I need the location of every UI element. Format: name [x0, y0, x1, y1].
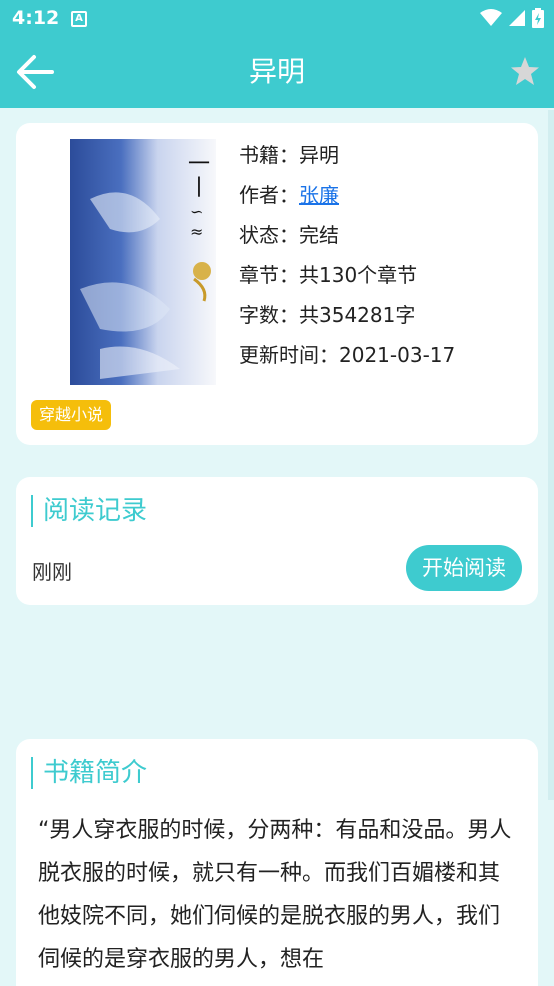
- star-icon[interactable]: [510, 56, 540, 86]
- battery-icon: [532, 8, 544, 28]
- author-link[interactable]: 张廉: [299, 183, 339, 207]
- book-chapters: 章节：共130个章节: [239, 263, 418, 287]
- status-time: 4:12: [12, 7, 60, 29]
- book-author-row: 作者：张廉: [239, 179, 455, 219]
- svg-text:一: 一: [188, 152, 210, 177]
- svg-text:∽: ∽: [190, 202, 203, 221]
- book-intro-card: 书籍简介 “男人穿衣服的时候，分两种：有品和没品。男人脱衣服的时候，就只有一种。…: [16, 739, 538, 986]
- book-info-card: 一 丨 ∽ ≈ 书籍：异明 作者：张廉 状态：完结 章节：共130个章节 字数：…: [16, 123, 538, 445]
- notification-icon: A: [71, 11, 87, 27]
- system-icons: [480, 8, 544, 28]
- author-label: 作者：: [239, 183, 299, 207]
- book-intro-text: “男人穿衣服的时候，分两种：有品和没品。男人脱衣服的时候，就只有一种。而我们百媚…: [38, 818, 512, 972]
- svg-text:丨: 丨: [188, 176, 210, 201]
- app-bar: 异明: [0, 36, 554, 108]
- svg-text:≈: ≈: [190, 222, 203, 241]
- book-intro-title: 书籍简介: [31, 757, 147, 789]
- start-reading-button[interactable]: 开始阅读: [406, 545, 522, 591]
- book-status: 状态：完结: [239, 223, 339, 247]
- book-meta: 书籍：异明 作者：张廉 状态：完结 章节：共130个章节 字数：共354281字…: [239, 139, 455, 379]
- signal-icon: [509, 10, 525, 26]
- genre-tag[interactable]: 穿越小说: [31, 400, 112, 430]
- status-bar: 4:12 A: [0, 0, 554, 36]
- book-updated-time: 更新时间：2021-03-17: [239, 343, 456, 367]
- book-title: 书籍：异明: [239, 143, 339, 167]
- book-cover-image[interactable]: 一 丨 ∽ ≈: [70, 139, 216, 385]
- page-title: 异明: [248, 55, 305, 88]
- last-read-time: 刚刚: [32, 560, 72, 584]
- wifi-icon: [480, 9, 502, 26]
- reading-record-title: 阅读记录: [31, 495, 147, 527]
- book-word-count: 字数：共354281字: [239, 303, 416, 327]
- reading-record-card: 阅读记录 刚刚 开始阅读: [16, 477, 538, 605]
- scrollbar[interactable]: [548, 110, 554, 800]
